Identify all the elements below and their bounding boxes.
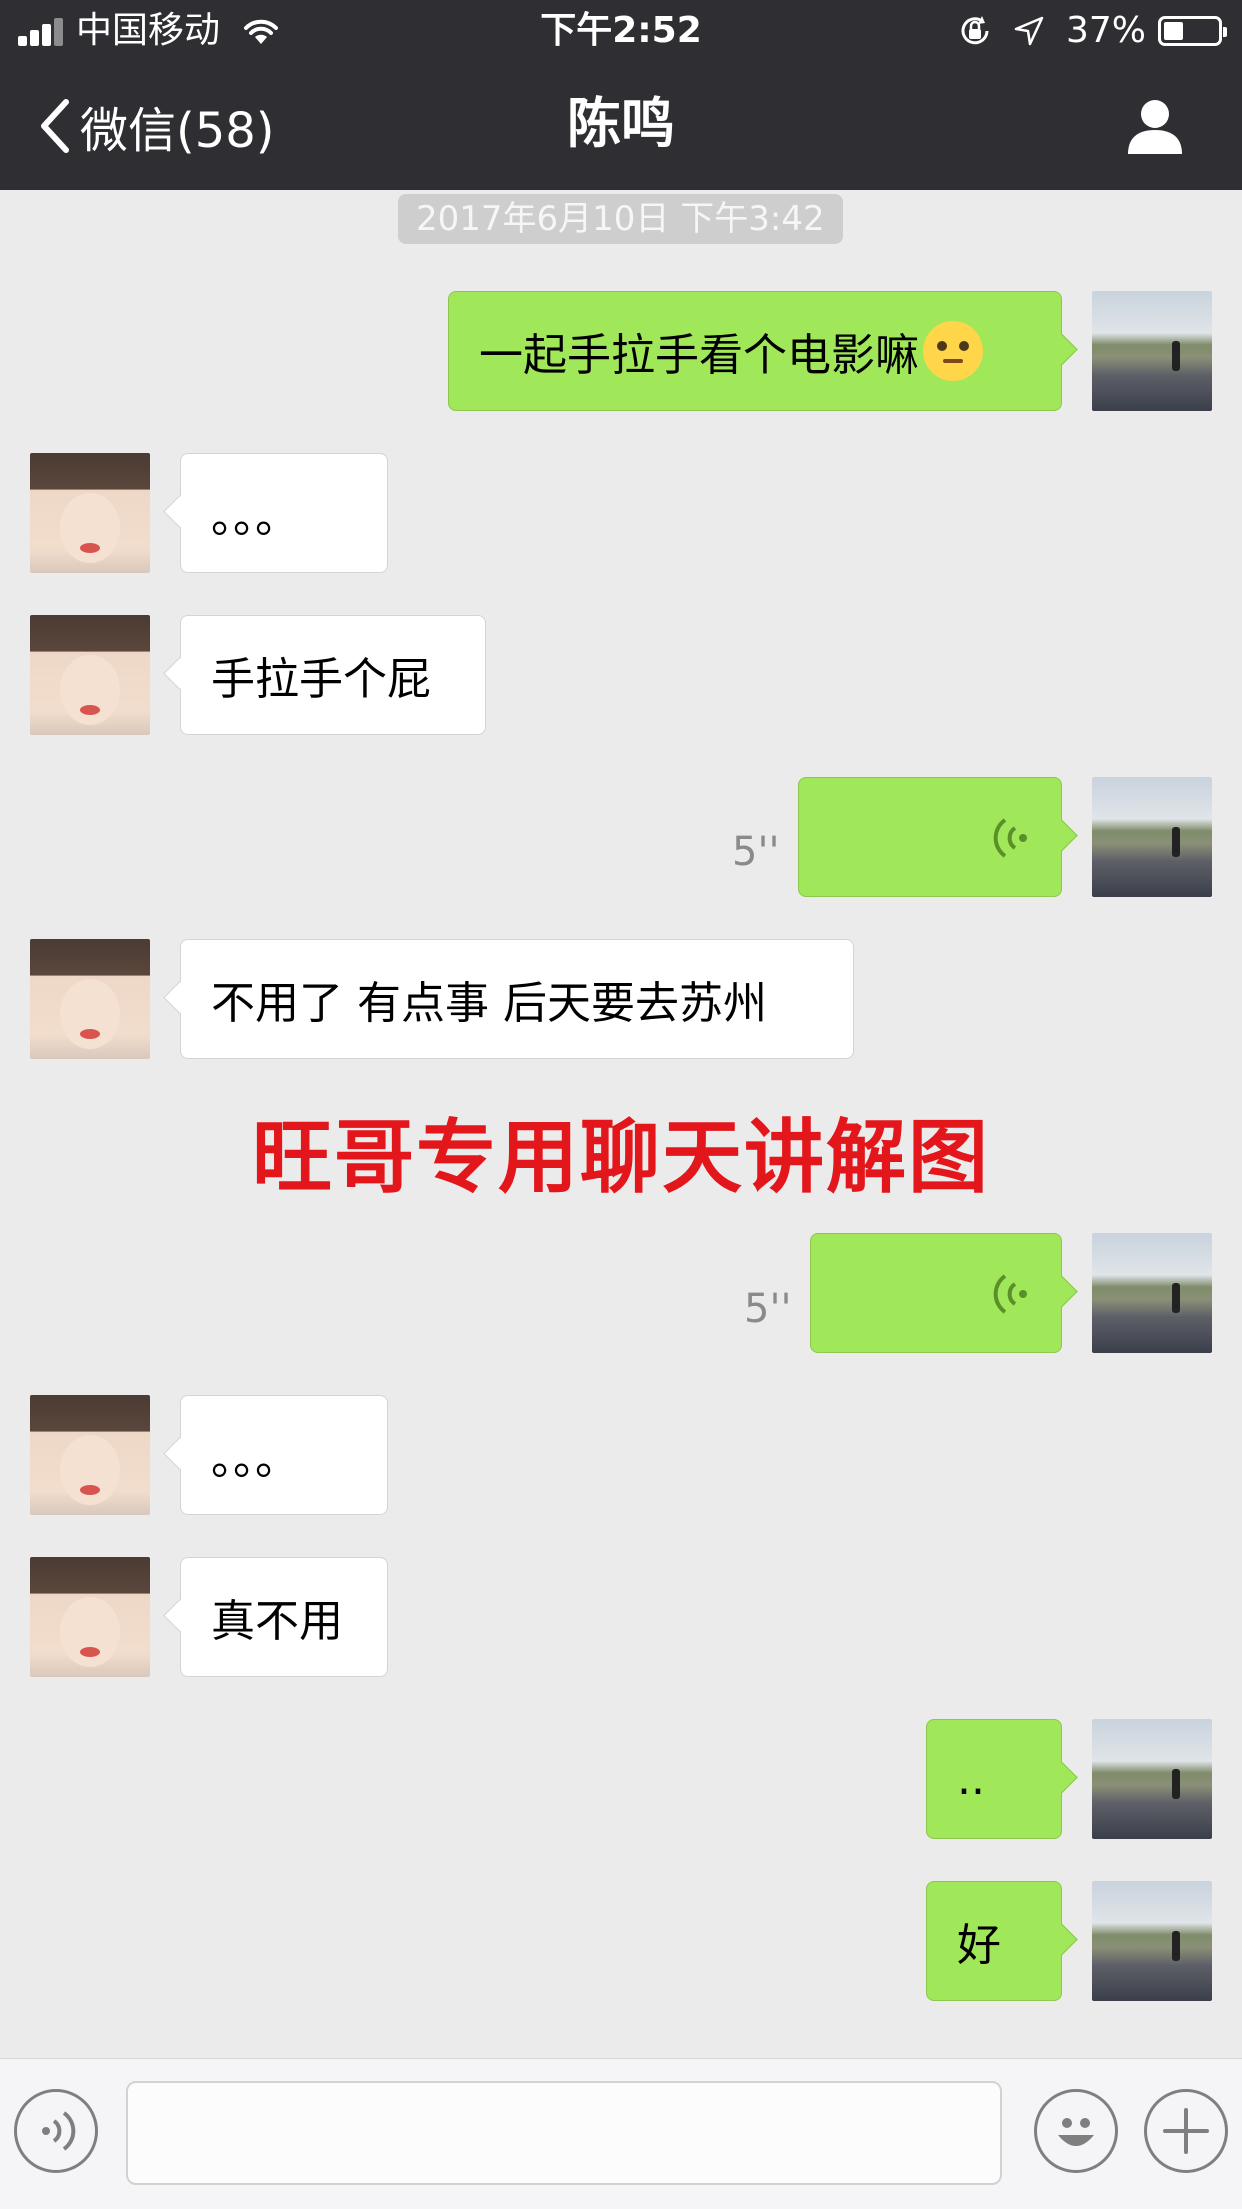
message-text: 。。。 [211, 492, 299, 543]
plus-icon [1163, 2108, 1209, 2154]
nav-bar: 微信(58) 陈鸣 [0, 62, 1242, 190]
message-text: .. [957, 1753, 985, 1805]
battery-percent: 37% [1065, 10, 1146, 51]
timestamp: 2017年6月10日 下午3:42 [398, 194, 843, 244]
avatar-self[interactable] [1092, 1233, 1212, 1353]
message-text: 好 [957, 1920, 1001, 1971]
message-bubble-incoming[interactable]: 。。。 [180, 453, 388, 573]
message-bubble-incoming[interactable]: 真不用 [180, 1557, 388, 1677]
location-arrow-icon [1014, 16, 1044, 46]
person-icon[interactable] [1126, 96, 1184, 156]
top-bar: 中国移动 下午2:52 37% 微信(58) 陈鸣 [0, 0, 1242, 190]
avatar-self[interactable] [1092, 291, 1212, 411]
avatar-self[interactable] [1092, 1881, 1212, 2001]
emoji-button[interactable] [1034, 2089, 1118, 2173]
status-right: 37% [958, 0, 1227, 62]
avatar-self[interactable] [1092, 1719, 1212, 1839]
avatar-contact[interactable] [30, 453, 150, 573]
message-text: 手拉手个屁 [211, 654, 431, 705]
message-input[interactable] [126, 2081, 1002, 2185]
avatar-contact[interactable] [30, 939, 150, 1059]
emoji-icon [1058, 2118, 1094, 2146]
avatar-self[interactable] [1092, 777, 1212, 897]
message-text: 真不用 [211, 1596, 343, 1647]
voice-wave-icon [993, 1274, 1027, 1314]
message-bubble-incoming[interactable]: 。。。 [180, 1395, 388, 1515]
voice-mode-button[interactable] [14, 2089, 98, 2173]
message-text: 。。。 [211, 1434, 299, 1485]
chat-title: 陈鸣 [567, 92, 675, 155]
thinking-emoji-icon [923, 321, 983, 381]
message-bubble-incoming[interactable]: 手拉手个屁 [180, 615, 486, 735]
voice-duration: 5'' [732, 829, 780, 875]
voice-message-bubble[interactable] [810, 1233, 1062, 1353]
input-bar [0, 2058, 1242, 2209]
voice-message-bubble[interactable] [798, 777, 1062, 897]
voice-mode-icon [42, 2111, 76, 2151]
status-bar: 中国移动 下午2:52 37% [0, 0, 1242, 62]
avatar-contact[interactable] [30, 1395, 150, 1515]
battery-icon [1158, 16, 1227, 46]
message-bubble-outgoing[interactable]: .. [926, 1719, 1062, 1839]
rotation-lock-icon [961, 16, 989, 45]
avatar-contact[interactable] [30, 1557, 150, 1677]
message-text: 一起手拉手看个电影嘛 [479, 330, 919, 381]
message-bubble-outgoing[interactable]: 好 [926, 1881, 1062, 2001]
message-text: 不用了 有点事 后天要去苏州 [211, 978, 767, 1029]
voice-duration: 5'' [744, 1286, 792, 1332]
message-bubble-incoming[interactable]: 不用了 有点事 后天要去苏州 [180, 939, 854, 1059]
more-button[interactable] [1144, 2089, 1228, 2173]
message-bubble-outgoing[interactable]: 一起手拉手看个电影嘛 [448, 291, 1062, 411]
avatar-contact[interactable] [30, 615, 150, 735]
voice-wave-icon [993, 818, 1027, 858]
watermark-text: 旺哥专用聊天讲解图 [252, 1111, 990, 1204]
